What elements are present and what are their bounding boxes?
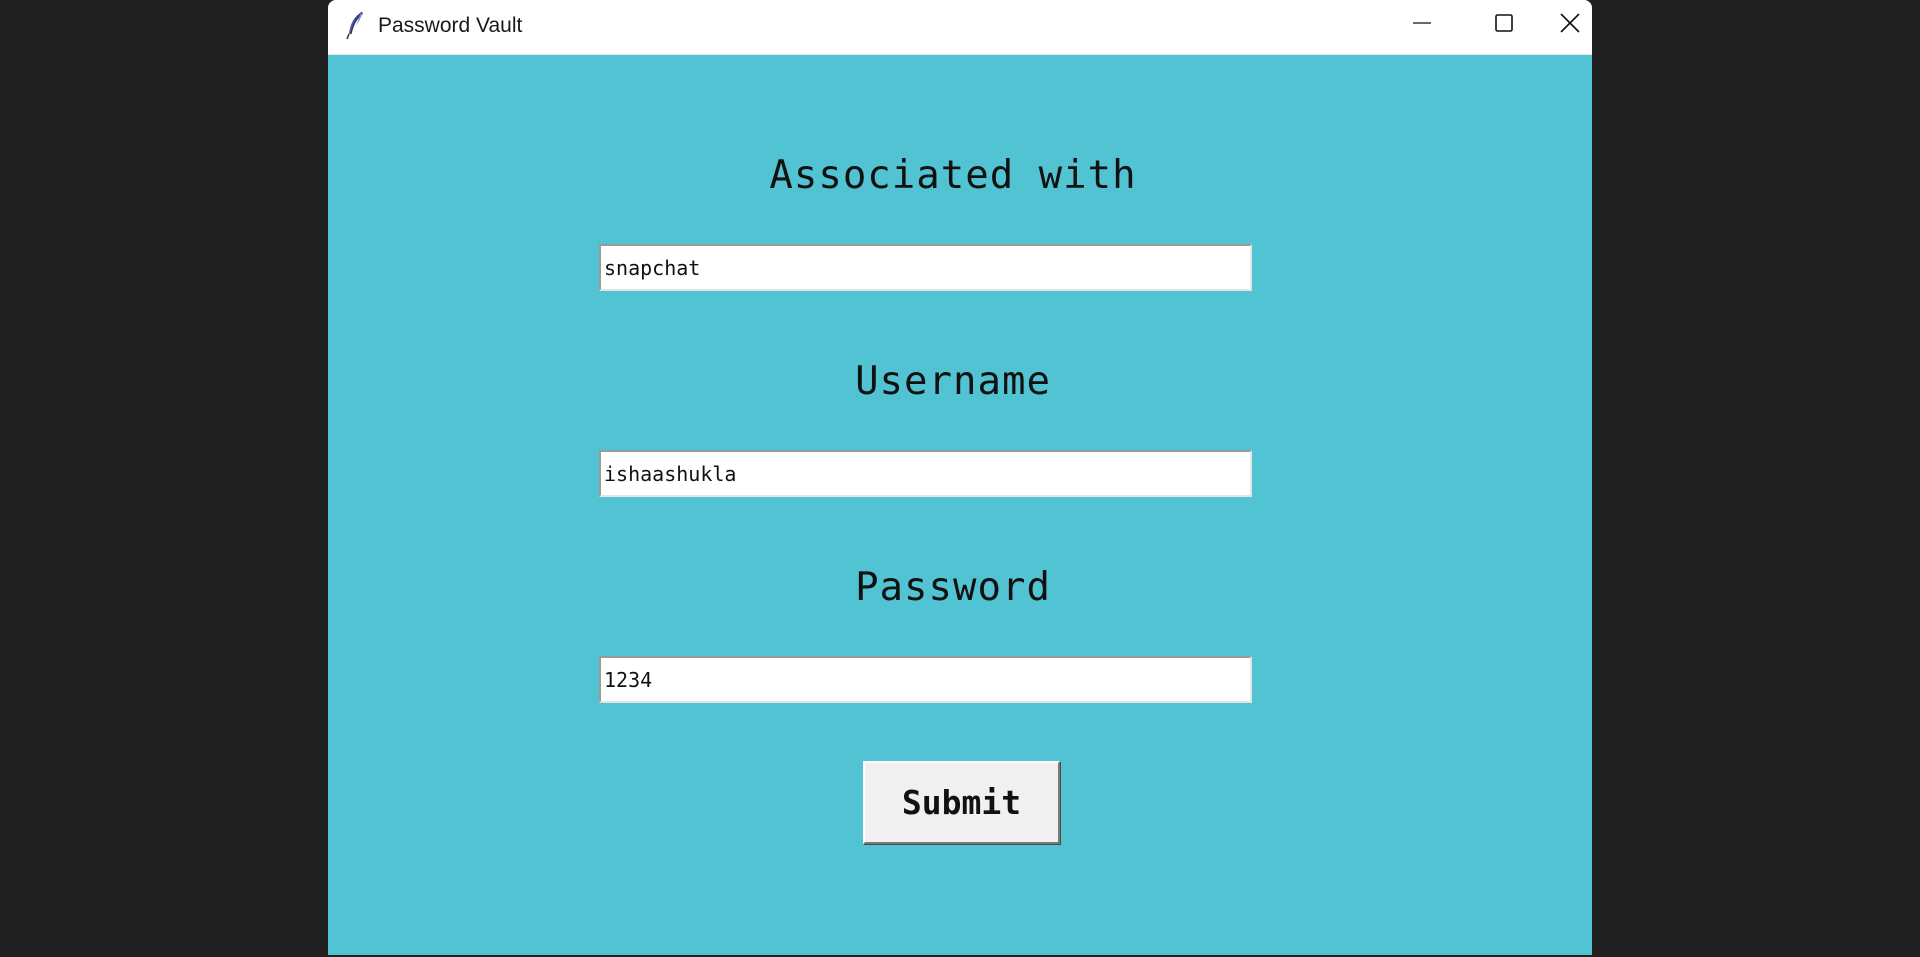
form-area: Associated with Username Password Submit [328, 55, 1592, 955]
minimize-icon [1412, 13, 1432, 38]
associated-with-input[interactable] [599, 244, 1252, 291]
associated-with-label: Associated with [769, 153, 1137, 198]
window-title: Password Vault [378, 14, 523, 37]
password-label: Password [855, 565, 1051, 610]
username-label: Username [855, 359, 1051, 404]
maximize-button[interactable] [1463, 0, 1545, 50]
close-icon [1559, 12, 1581, 39]
title-bar[interactable]: Password Vault [328, 0, 1592, 55]
minimize-button[interactable] [1381, 0, 1463, 50]
maximize-icon [1494, 13, 1514, 38]
close-button[interactable] [1548, 0, 1592, 50]
feather-icon [344, 10, 368, 40]
password-input[interactable] [599, 656, 1252, 703]
username-input[interactable] [599, 450, 1252, 497]
submit-button[interactable]: Submit [863, 761, 1060, 844]
password-vault-window: Password Vault Associated with snapchat … [328, 0, 1592, 955]
